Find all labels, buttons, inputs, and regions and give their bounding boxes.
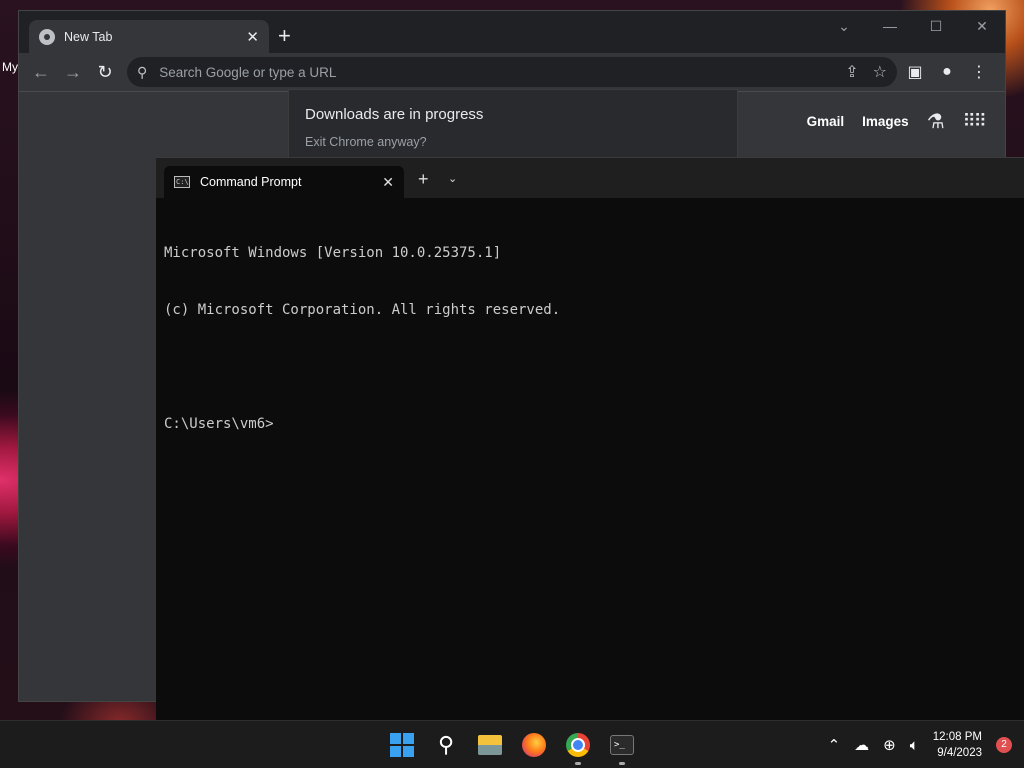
minimize-button[interactable]: — xyxy=(867,11,913,41)
desktop-icon-label[interactable]: My xyxy=(2,60,18,74)
toolbar-actions: ▣ ● ⋮ xyxy=(899,57,995,87)
running-indicator xyxy=(575,762,581,765)
chrome-toolbar: ← → ↻ ⚲ Search Google or type a URL ⇪ ☆ … xyxy=(19,53,1005,91)
terminal-window: C:\ Command Prompt ✕ + ⌄ Microsoft Windo… xyxy=(156,157,1024,720)
system-tray: ⌃ ☁ ⊕ 🔈︎ 12:08 PM 9/4/2023 2 xyxy=(828,721,1012,768)
clock-time: 12:08 PM xyxy=(932,731,982,743)
terminal-output[interactable]: Microsoft Windows [Version 10.0.25375.1]… xyxy=(164,206,1018,472)
terminal-tab-command-prompt[interactable]: C:\ Command Prompt ✕ xyxy=(164,166,404,198)
chrome-button[interactable] xyxy=(556,721,600,768)
terminal-tabstrip: C:\ Command Prompt ✕ + ⌄ xyxy=(156,158,1024,198)
more-menu-icon[interactable]: ⋮ xyxy=(963,62,995,82)
terminal-button[interactable]: >_ xyxy=(600,721,644,768)
chrome-tabstrip: New Tab ✕ + ⌄ — ☐ ✕ xyxy=(19,11,1005,53)
gmail-link[interactable]: Gmail xyxy=(807,114,845,129)
dialog-subtitle: Exit Chrome anyway? xyxy=(305,135,427,149)
reload-button[interactable]: ↻ xyxy=(89,56,121,88)
omnibox-placeholder: Search Google or type a URL xyxy=(159,64,337,80)
maximize-button[interactable]: ☐ xyxy=(913,11,959,41)
notification-badge[interactable]: 2 xyxy=(996,737,1012,753)
folder-icon xyxy=(478,735,502,755)
images-link[interactable]: Images xyxy=(862,114,909,129)
file-explorer-button[interactable] xyxy=(468,721,512,768)
clock[interactable]: 12:08 PM 9/4/2023 xyxy=(933,729,982,761)
close-tab-icon[interactable]: ✕ xyxy=(246,28,259,46)
search-button[interactable]: ⚲ xyxy=(424,721,468,768)
chevron-down-icon[interactable]: ⌄ xyxy=(448,172,457,185)
back-button[interactable]: ← xyxy=(25,56,57,88)
command-prompt-icon: C:\ xyxy=(174,176,190,188)
forward-button[interactable]: → xyxy=(57,56,89,88)
firefox-button[interactable] xyxy=(512,721,556,768)
onedrive-offline-icon[interactable]: ☁ xyxy=(854,736,869,754)
volume-icon[interactable]: 🔈︎ xyxy=(910,737,919,754)
clock-date: 9/4/2023 xyxy=(937,747,982,759)
taskbar-apps: ⚲ >_ xyxy=(380,721,644,768)
terminal-tab-title: Command Prompt xyxy=(200,175,302,189)
tab-search-icon[interactable]: ⌄ xyxy=(821,11,867,41)
ntp-header-links: Gmail Images ⚗ ⠿⠿ xyxy=(807,109,987,134)
google-apps-icon[interactable]: ⠿⠿ xyxy=(963,111,987,132)
start-button[interactable] xyxy=(380,721,424,768)
chrome-window-controls: ⌄ — ☐ ✕ xyxy=(821,11,1005,43)
side-panel-icon[interactable]: ▣ xyxy=(899,62,931,82)
terminal-prompt: C:\Users\vm6> xyxy=(164,416,274,432)
chrome-tab-title: New Tab xyxy=(64,29,113,44)
network-globe-icon[interactable]: ⊕ xyxy=(883,736,896,754)
taskbar: ⚲ >_ ⌃ ☁ ⊕ 🔈︎ 12:08 PM 9/4/2023 2 xyxy=(0,720,1024,768)
new-tab-button[interactable]: + xyxy=(278,25,291,47)
chrome-icon xyxy=(566,733,590,757)
omnibox[interactable]: ⚲ Search Google or type a URL ⇪ ☆ xyxy=(127,57,897,87)
firefox-icon xyxy=(522,733,546,757)
close-tab-icon[interactable]: ✕ xyxy=(382,174,394,191)
labs-flask-icon[interactable]: ⚗ xyxy=(927,109,945,134)
share-icon[interactable]: ⇪ xyxy=(845,62,858,82)
terminal-line: (c) Microsoft Corporation. All rights re… xyxy=(164,302,561,318)
terminal-line: Microsoft Windows [Version 10.0.25375.1] xyxy=(164,245,502,261)
chrome-tab-new-tab[interactable]: New Tab ✕ xyxy=(29,20,269,53)
terminal-icon: >_ xyxy=(610,735,634,755)
show-hidden-icons-chevron-up-icon[interactable]: ⌃ xyxy=(828,736,841,754)
running-indicator xyxy=(619,762,625,765)
close-window-button[interactable]: ✕ xyxy=(959,11,1005,41)
dialog-title: Downloads are in progress xyxy=(305,106,484,123)
bookmark-star-icon[interactable]: ☆ xyxy=(873,62,887,82)
windows-logo-icon xyxy=(390,733,414,757)
profile-icon[interactable]: ● xyxy=(931,63,963,81)
search-icon: ⚲ xyxy=(437,732,455,757)
chrome-favicon-icon xyxy=(39,28,55,45)
new-terminal-tab-button[interactable]: + xyxy=(418,170,429,188)
search-icon: ⚲ xyxy=(137,63,148,80)
